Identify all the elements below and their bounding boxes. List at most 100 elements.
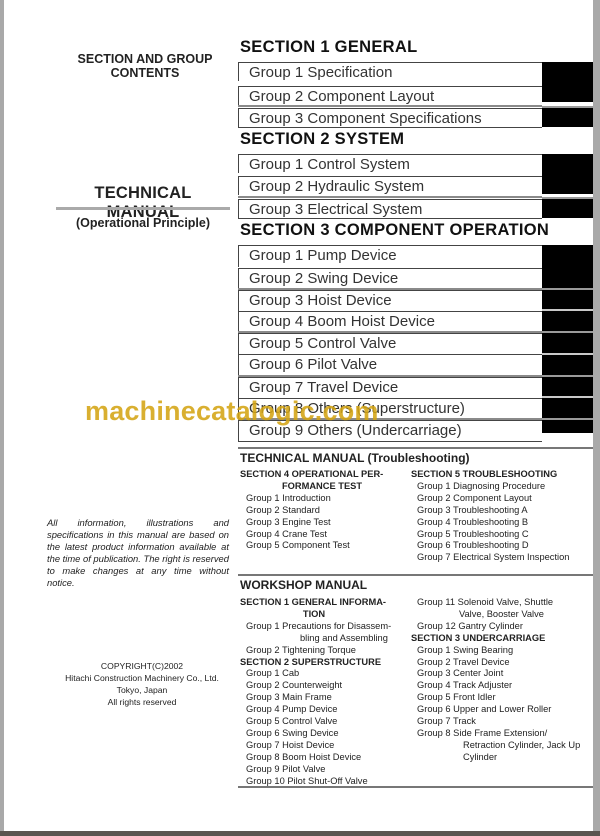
toc-link-ws2-g11-cont[interactable]: Valve, Booster Valve (411, 609, 593, 621)
toc-link-s2-g2[interactable]: Group 2 Hydraulic System (238, 176, 542, 195)
toc-link-ws2-g1[interactable]: Group 1 Cab (240, 668, 412, 680)
toc-link-s5-g2[interactable]: Group 2 Component Layout (411, 493, 593, 505)
disclaimer-text: All information, illustrations and speci… (47, 517, 229, 589)
tab-divider (542, 331, 593, 333)
toc-link-ws1-g1-cont[interactable]: bling and Assembling (240, 633, 412, 645)
toc-link-s4-g2[interactable]: Group 2 Standard (240, 505, 410, 517)
toc-link-s3-g7[interactable]: Group 7 Travel Device (238, 377, 542, 398)
toc-link-label: Group 3 Electrical System (249, 201, 423, 218)
toc-link-s3-g6[interactable]: Group 6 Pilot Valve (238, 354, 542, 376)
toc-link-s1-g3[interactable]: Group 3 Component Specifications (238, 108, 542, 128)
section-tab-3[interactable] (542, 245, 593, 433)
row-separator (238, 196, 542, 198)
workshop-left-column: SECTION 1 GENERAL INFORMA- TION Group 1 … (240, 597, 412, 788)
page-edge-left (0, 0, 4, 836)
toc-link-label: Group 5 Control Valve (249, 335, 397, 352)
toc-link-label: Group 1 Specification (249, 64, 393, 81)
toc-link-label: Group 2 Hydraulic System (249, 178, 425, 195)
toc-link-label: Group 3 Hoist Device (249, 292, 392, 309)
section-4-heading: SECTION 4 OPERATIONAL PER- (240, 469, 384, 479)
section-tab-2-a[interactable] (542, 154, 593, 194)
title-divider (56, 207, 230, 210)
toc-link-s5-g5[interactable]: Group 5 Troubleshooting C (411, 529, 593, 541)
toc-link-ws2-g5[interactable]: Group 5 Control Valve (240, 716, 412, 728)
ws-section-1-heading-cont: TION (302, 608, 326, 619)
section-4-column: SECTION 4 OPERATIONAL PER- FORMANCE TEST… (240, 469, 410, 552)
tab-divider (542, 375, 593, 377)
toc-link-label: Group 2 Swing Device (249, 270, 399, 287)
toc-link-ws3-g8-cont2[interactable]: Cylinder (411, 752, 593, 764)
heading-line-2: CONTENTS (110, 66, 180, 80)
toc-link-ws2-g8[interactable]: Group 8 Boom Hoist Device (240, 752, 412, 764)
toc-link-s5-g7[interactable]: Group 7 Electrical System Inspection (411, 552, 593, 564)
toc-link-label: Group 7 Travel Device (249, 379, 399, 396)
section-tab-2-b[interactable] (542, 199, 593, 218)
toc-link-label: Group 2 Component Layout (249, 88, 435, 105)
toc-link-s3-g2[interactable]: Group 2 Swing Device (238, 268, 542, 289)
page-edge-bottom (0, 831, 600, 836)
copyright-block: COPYRIGHT(C)2002 Hitachi Construction Ma… (52, 660, 232, 708)
toc-link-s3-g5[interactable]: Group 5 Control Valve (238, 333, 542, 354)
toc-link-s3-g4[interactable]: Group 4 Boom Hoist Device (238, 311, 542, 333)
toc-link-ws2-g9[interactable]: Group 9 Pilot Valve (240, 764, 412, 776)
ws-section-3-heading: SECTION 3 UNDERCARRIAGE (411, 632, 546, 643)
section-tab-1-b[interactable] (542, 108, 593, 127)
toc-link-ws3-g8[interactable]: Group 8 Side Frame Extension/ (411, 728, 593, 740)
toc-link-s1-g1[interactable]: Group 1 Specification (238, 62, 542, 81)
toc-link-ws1-g2[interactable]: Group 2 Tightening Torque (240, 645, 412, 657)
toc-link-ws3-g6[interactable]: Group 6 Upper and Lower Roller (411, 704, 593, 716)
workshop-right-column: Group 11 Solenoid Valve, Shuttle Valve, … (411, 597, 593, 764)
section-divider (238, 786, 593, 788)
rights-line: All rights reserved (107, 697, 177, 707)
section-2-heading: SECTION 2 SYSTEM (240, 130, 405, 148)
toc-link-s3-g1[interactable]: Group 1 Pump Device (238, 245, 542, 267)
toc-link-s4-g3[interactable]: Group 3 Engine Test (240, 517, 410, 529)
toc-link-s2-g1[interactable]: Group 1 Control System (238, 154, 542, 173)
toc-link-ws2-g11[interactable]: Group 11 Solenoid Valve, Shuttle (411, 597, 593, 609)
toc-link-ws2-g2[interactable]: Group 2 Counterweight (240, 680, 412, 692)
section-and-group-contents-heading: SECTION AND GROUP CONTENTS (50, 52, 240, 80)
copyright-line: COPYRIGHT(C)2002 (100, 661, 184, 671)
toc-link-ws3-g2[interactable]: Group 2 Travel Device (411, 657, 593, 669)
tab-divider (542, 288, 593, 290)
row-separator (238, 105, 542, 107)
troubleshooting-manual-title: TECHNICAL MANUAL (Troubleshooting) (240, 451, 470, 465)
toc-link-ws3-g7[interactable]: Group 7 Track (411, 716, 593, 728)
section-3-heading: SECTION 3 COMPONENT OPERATION (240, 221, 550, 239)
tab-divider (542, 396, 593, 398)
toc-link-s5-g6[interactable]: Group 6 Troubleshooting D (411, 540, 593, 552)
section-tab-1-a[interactable] (542, 62, 593, 102)
toc-link-ws2-g3[interactable]: Group 3 Main Frame (240, 692, 412, 704)
toc-link-ws3-g3[interactable]: Group 3 Center Joint (411, 668, 593, 680)
section-5-column: SECTION 5 TROUBLESHOOTING Group 1 Diagno… (411, 469, 593, 564)
toc-link-ws2-g4[interactable]: Group 4 Pump Device (240, 704, 412, 716)
toc-link-s4-g4[interactable]: Group 4 Crane Test (240, 529, 410, 541)
toc-link-s2-g3[interactable]: Group 3 Electrical System (238, 199, 542, 219)
toc-link-ws2-g6[interactable]: Group 6 Swing Device (240, 728, 412, 740)
workshop-manual-title: WORKSHOP MANUAL (240, 578, 368, 592)
toc-link-ws3-g5[interactable]: Group 5 Front Idler (411, 692, 593, 704)
toc-link-label: Group 4 Boom Hoist Device (249, 313, 435, 330)
toc-link-ws1-g1[interactable]: Group 1 Precautions for Disassem- (240, 621, 412, 633)
toc-link-ws3-g4[interactable]: Group 4 Track Adjuster (411, 680, 593, 692)
watermark-text: machinecatalogic.com (85, 396, 379, 426)
toc-link-label: Group 1 Control System (249, 156, 410, 173)
toc-link-label: Group 6 Pilot Valve (249, 356, 378, 373)
toc-link-label: Group 3 Component Specifications (249, 110, 482, 127)
section-divider (238, 574, 593, 576)
toc-link-s5-g4[interactable]: Group 4 Troubleshooting B (411, 517, 593, 529)
section-divider (238, 447, 593, 449)
toc-link-ws3-g1[interactable]: Group 1 Swing Bearing (411, 645, 593, 657)
toc-link-s4-g1[interactable]: Group 1 Introduction (240, 493, 410, 505)
toc-link-ws2-g7[interactable]: Group 7 Hoist Device (240, 740, 412, 752)
toc-link-s5-g1[interactable]: Group 1 Diagnosing Procedure (411, 481, 593, 493)
tab-divider (542, 418, 593, 420)
toc-link-s1-g2[interactable]: Group 2 Component Layout (238, 86, 542, 105)
toc-link-s4-g5[interactable]: Group 5 Component Test (240, 540, 410, 552)
toc-link-s5-g3[interactable]: Group 3 Troubleshooting A (411, 505, 593, 517)
toc-link-label: Group 1 Pump Device (249, 247, 397, 264)
toc-link-ws3-g8-cont[interactable]: Retraction Cylinder, Jack Up (411, 740, 593, 752)
toc-link-ws2-g12[interactable]: Group 12 Gantry Cylinder (411, 621, 593, 633)
toc-link-s3-g3[interactable]: Group 3 Hoist Device (238, 290, 542, 311)
section-1-heading: SECTION 1 GENERAL (240, 38, 418, 56)
